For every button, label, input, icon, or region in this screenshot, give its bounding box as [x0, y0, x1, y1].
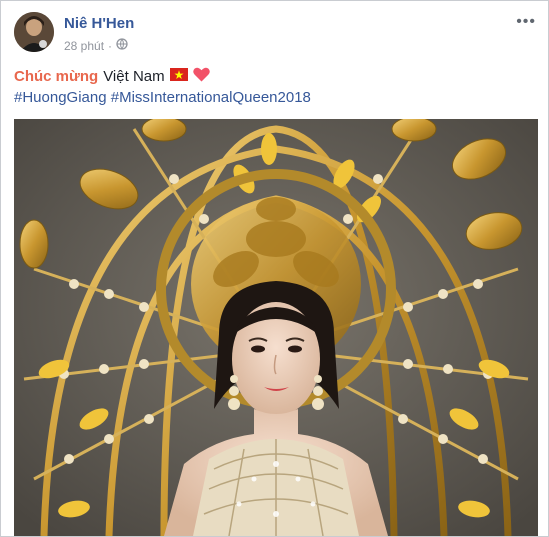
hashtag-link[interactable]: #HuongGiang: [14, 89, 107, 106]
message-text: Việt Nam: [103, 68, 165, 85]
heart-icon: [192, 67, 210, 86]
vietnam-flag-icon: [169, 68, 188, 85]
author-name[interactable]: Niê H'Hen: [64, 15, 134, 32]
post-photo[interactable]: [14, 119, 538, 536]
message-highlight: Chúc mừng: [14, 68, 99, 85]
post-meta: 28 phút ·: [64, 38, 128, 53]
globe-icon[interactable]: [116, 38, 128, 53]
post-timestamp[interactable]: 28 phút: [64, 39, 104, 53]
post-message: Chúc mừng Việt Nam: [14, 67, 210, 86]
hashtag-link[interactable]: #MissInternationalQueen2018: [111, 89, 311, 106]
more-options-icon[interactable]: •••: [516, 13, 536, 31]
facebook-post: Niê H'Hen 28 phút · ••• Chúc mừng Việt N…: [0, 0, 549, 537]
meta-separator: ·: [108, 38, 113, 53]
author-avatar[interactable]: [14, 12, 54, 52]
hashtags: #HuongGiang #MissInternationalQueen2018: [14, 89, 311, 106]
